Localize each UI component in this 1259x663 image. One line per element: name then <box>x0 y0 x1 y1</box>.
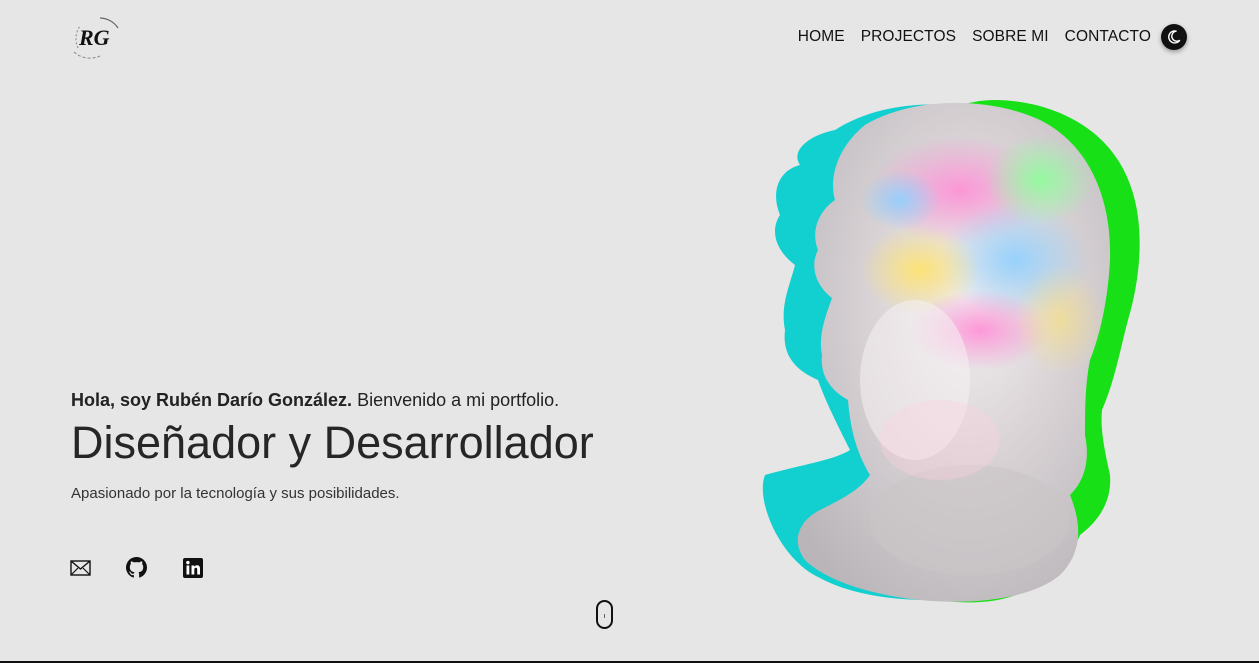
github-icon <box>126 557 147 578</box>
greeting: Hola, soy Rubén Darío González. Bienveni… <box>71 390 691 411</box>
nav-about[interactable]: SOBRE MI <box>972 28 1049 46</box>
linkedin-icon <box>182 557 203 578</box>
greeting-rest: Bienvenido a mi portfolio. <box>352 390 560 410</box>
social-links <box>70 557 203 578</box>
svg-text:RG: RG <box>78 25 110 50</box>
subtitle: Apasionado por la tecnología y sus posib… <box>71 485 400 502</box>
greeting-name: Hola, soy Rubén Darío González. <box>71 390 353 410</box>
moon-icon <box>1168 30 1181 44</box>
theme-toggle-button[interactable] <box>1161 24 1187 50</box>
nav-contact[interactable]: CONTACTO <box>1065 28 1151 46</box>
hero-section: Hola, soy Rubén Darío González. Bienveni… <box>71 390 691 502</box>
hero-bust-image <box>740 80 1180 620</box>
logo-icon: RG <box>73 17 119 59</box>
nav-home[interactable]: HOME <box>798 28 845 46</box>
page-title: Diseñador y Desarrollador <box>71 417 594 468</box>
site-logo[interactable]: RG <box>70 12 122 60</box>
bust-illustration <box>762 100 1140 603</box>
scroll-wheel-dot <box>604 614 605 618</box>
nav-projects[interactable]: PROJECTOS <box>861 28 956 46</box>
scroll-down-indicator[interactable] <box>596 600 613 629</box>
mail-icon <box>70 559 91 576</box>
main-nav: HOME PROJECTOS SOBRE MI CONTACTO <box>798 24 1187 50</box>
github-link[interactable] <box>126 557 147 578</box>
linkedin-link[interactable] <box>182 557 203 578</box>
email-link[interactable] <box>70 557 91 578</box>
